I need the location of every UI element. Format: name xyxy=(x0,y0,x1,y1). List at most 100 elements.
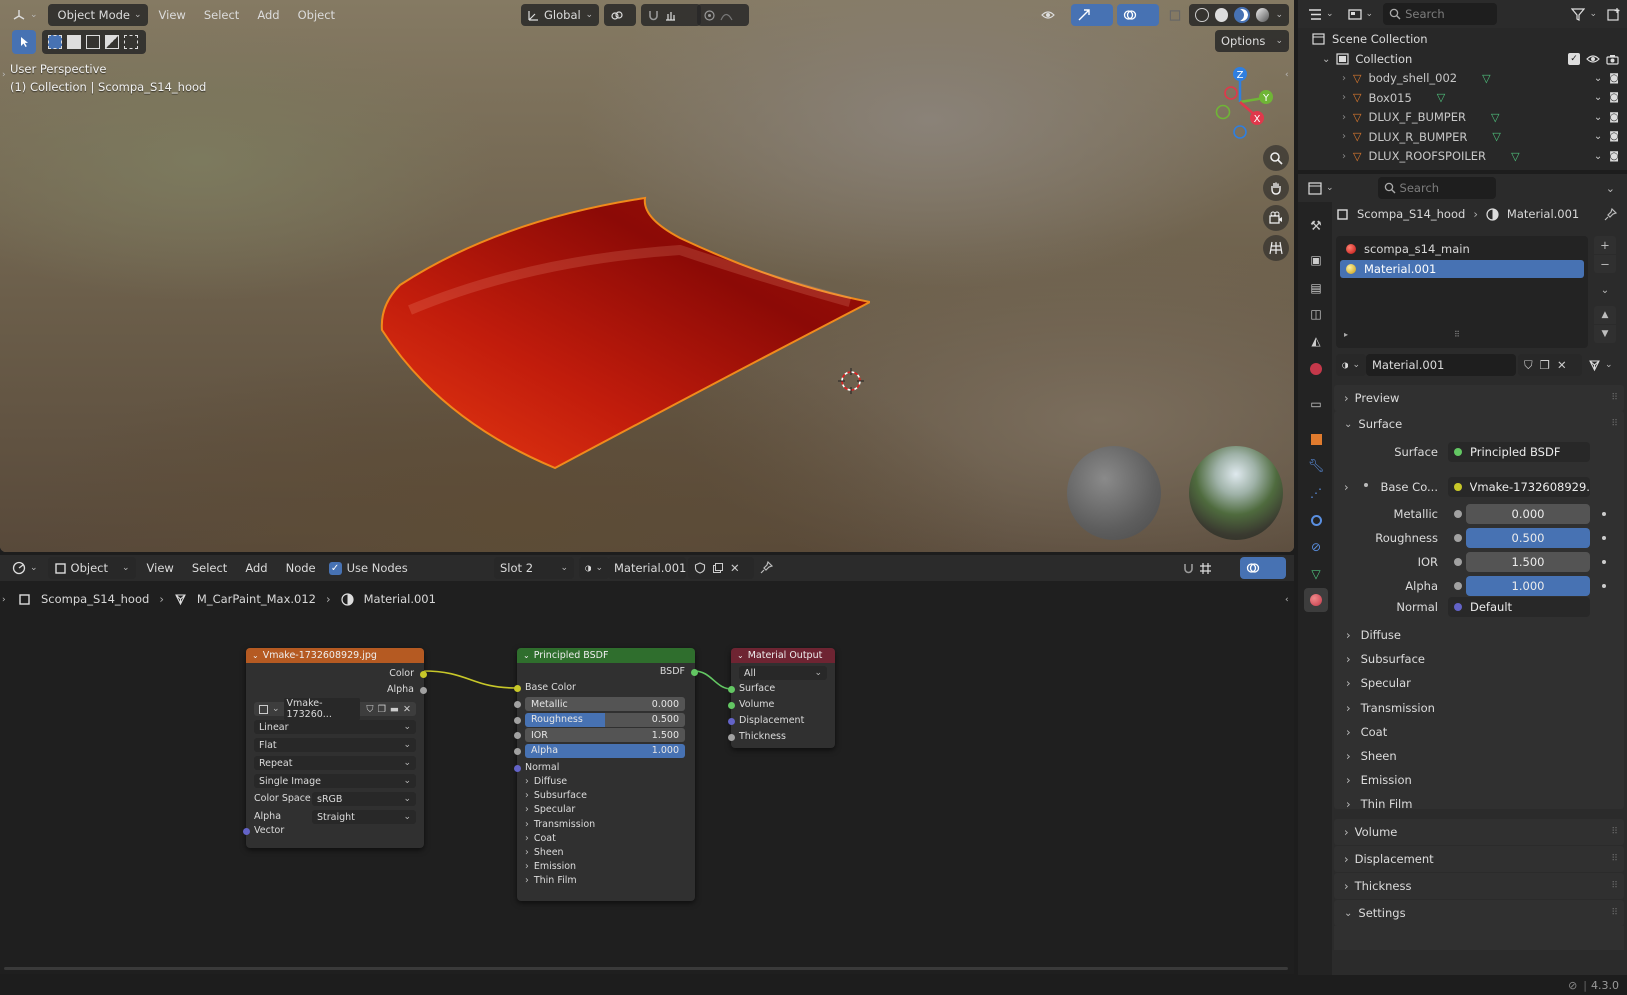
input-ior-socket[interactable] xyxy=(514,732,521,739)
tab-tool[interactable]: ⚒ xyxy=(1304,214,1328,238)
bsdf-section-thin-film[interactable]: › Thin Film xyxy=(525,875,577,886)
fake-user-shield-icon[interactable]: ⛉ xyxy=(1524,358,1533,373)
menu-select[interactable]: Select xyxy=(197,8,246,22)
subpanel-subsurface[interactable]: › Subsurface xyxy=(1346,649,1425,669)
drag-handle-icon[interactable]: ⠿ xyxy=(1611,393,1618,403)
collapse-chevron-icon[interactable]: ⌄ xyxy=(737,651,744,660)
prop-ior-slider[interactable]: 1.500 xyxy=(1466,552,1590,572)
bsdf-section-emission[interactable]: › Emission xyxy=(525,861,576,872)
subpanel-emission[interactable]: › Emission xyxy=(1346,770,1412,790)
mesh-data-icon[interactable]: ▽ xyxy=(1437,91,1445,104)
subpanel-thin-film[interactable]: › Thin Film xyxy=(1346,794,1412,814)
remove-slot-button[interactable]: − xyxy=(1594,255,1616,273)
keyframe-dot-icon[interactable] xyxy=(1602,584,1606,588)
node-header[interactable]: ⌄ Material Output xyxy=(731,648,835,663)
material-slot-item[interactable]: scompa_s14_main xyxy=(1340,240,1584,258)
properties-search-input[interactable]: Search xyxy=(1377,177,1496,199)
output-color-socket[interactable] xyxy=(420,671,427,678)
output-alpha-socket[interactable] xyxy=(420,687,427,694)
expand-chevron-icon[interactable]: › xyxy=(1342,92,1346,103)
bsdf-ior-slider[interactable]: IOR 1.500 xyxy=(525,728,685,742)
options-dropdown[interactable]: Options ⌄ xyxy=(1215,30,1289,52)
bsdf-metallic-slider[interactable]: Metallic 0.000 xyxy=(525,697,685,711)
new-collection-icon[interactable] xyxy=(1607,7,1621,21)
image-texture-node[interactable]: ⌄ Vmake-1732608929.jpg Color Alpha ⌄ Vma… xyxy=(243,648,427,848)
subpanel-diffuse[interactable]: › Diffuse xyxy=(1346,625,1401,645)
value-socket-icon[interactable] xyxy=(1454,534,1462,542)
expand-chevron-icon[interactable]: › xyxy=(1342,73,1346,84)
tab-view-layer[interactable]: ◫ xyxy=(1304,302,1328,326)
drag-handle-icon[interactable]: ⠿ xyxy=(1611,419,1618,429)
tab-world[interactable] xyxy=(1304,357,1328,381)
tab-object[interactable] xyxy=(1304,427,1328,451)
expand-chevron-icon[interactable]: › xyxy=(1342,131,1346,142)
slot-specials-dropdown[interactable]: ⌄ xyxy=(1594,281,1616,299)
area-edge-handle[interactable]: › xyxy=(2,70,7,80)
editor-type-button[interactable]: ⌄ xyxy=(1304,177,1338,199)
menu-object[interactable]: Object xyxy=(291,8,342,22)
rendered-shading-icon[interactable] xyxy=(1255,8,1270,22)
move-slot-up-button[interactable]: ▲ xyxy=(1594,306,1616,324)
duplicate-icon[interactable]: ❐ xyxy=(378,704,387,715)
tab-collection[interactable]: ▭ xyxy=(1304,392,1328,416)
camera-render-icon[interactable]: ◙ xyxy=(1609,73,1619,84)
chevron-down-icon[interactable]: ⌄ xyxy=(1606,182,1615,195)
camera-render-icon[interactable]: ◙ xyxy=(1609,131,1619,142)
tab-physics[interactable] xyxy=(1304,508,1328,532)
prop-metallic-slider[interactable]: 0.000 xyxy=(1466,504,1590,524)
projection-dropdown[interactable]: Flat ⌄ xyxy=(254,738,416,752)
collapse-chevron-icon[interactable]: ⌄ xyxy=(252,651,259,660)
input-displacement-socket[interactable] xyxy=(728,718,735,725)
bsdf-section-specular[interactable]: › Specular xyxy=(525,804,575,815)
tab-output[interactable]: ▤ xyxy=(1304,276,1328,300)
tab-particles[interactable]: ⋰ xyxy=(1304,481,1328,505)
drag-handle-icon[interactable]: ⠿ xyxy=(1611,908,1618,918)
prop-roughness-slider[interactable]: 0.500 xyxy=(1466,528,1590,548)
transform-orientation-dropdown[interactable]: Global ⌄ xyxy=(521,4,599,26)
xray-toggle[interactable] xyxy=(1163,4,1187,26)
value-socket-icon[interactable] xyxy=(1454,510,1462,518)
expand-chevron-icon[interactable]: ⌄ xyxy=(1322,54,1330,65)
panel-displacement[interactable]: › Displacement ⠿ xyxy=(1334,846,1624,872)
keyframe-dot-icon[interactable] xyxy=(1602,536,1606,540)
tab-constraints[interactable]: ⊘ xyxy=(1304,535,1328,559)
output-bsdf-socket[interactable] xyxy=(691,669,698,676)
value-socket-icon[interactable] xyxy=(1454,558,1462,566)
outliner[interactable]: ⌄ ⌄ Search ⌄ Scene Collection ⌄ Collecti… xyxy=(1298,0,1627,170)
bsdf-roughness-slider[interactable]: Roughness 0.500 xyxy=(525,712,685,727)
subpanel-transmission[interactable]: › Transmission xyxy=(1346,698,1435,718)
hide-toggle-icon[interactable]: ⌄ xyxy=(1594,131,1602,142)
editor-type-button[interactable]: ⌄ xyxy=(1304,3,1338,25)
input-volume-socket[interactable] xyxy=(728,702,735,709)
properties-editor[interactable]: ⌄ Search ⌄ ⚒ ▣ ▤ ◫ ◭ ▭ 🔧︎ ⋰ ⊘ ▽ Scompa_S… xyxy=(1298,174,1627,975)
bsdf-section-coat[interactable]: › Coat xyxy=(525,833,556,844)
3d-viewport[interactable]: ⌄ Object Mode ⌄ View Select Add Object G… xyxy=(0,0,1294,552)
tab-render[interactable]: ▣ xyxy=(1304,248,1328,272)
move-slot-down-button[interactable]: ▼ xyxy=(1594,325,1616,343)
bsdf-section-diffuse[interactable]: › Diffuse xyxy=(525,776,567,787)
collapse-chevron-icon[interactable]: ⌄ xyxy=(523,651,530,660)
proportional-edit-toggle[interactable] xyxy=(697,4,749,26)
horizontal-scrollbar[interactable] xyxy=(4,967,1288,970)
hide-toggle-icon[interactable]: ⌄ xyxy=(1594,112,1602,123)
folder-icon[interactable]: ▬ xyxy=(390,704,399,715)
base-color-expand-chevron[interactable]: › xyxy=(1344,480,1349,494)
mesh-data-icon[interactable]: ▽ xyxy=(1492,130,1500,143)
material-output-node[interactable]: ⌄ Material Output All ⌄ Surface Volume Di… xyxy=(728,648,835,748)
scene-collection-row[interactable]: Scene Collection xyxy=(1298,29,1627,49)
snap-toggle[interactable] xyxy=(641,4,701,26)
ortho-toggle-button[interactable] xyxy=(1263,235,1289,261)
camera-render-icon[interactable]: ◙ xyxy=(1609,112,1619,123)
sidebar-toggle-handle[interactable]: ‹ xyxy=(1285,595,1289,605)
select-intersect-icon[interactable] xyxy=(124,35,138,49)
value-socket-icon[interactable] xyxy=(1454,582,1462,590)
area-edge-handle[interactable]: › xyxy=(2,595,6,605)
sidebar-toggle-handle[interactable]: ‹ xyxy=(1285,70,1291,80)
panel-preview[interactable]: › Preview ⠿ xyxy=(1334,385,1624,411)
mesh-data-icon[interactable]: ▽ xyxy=(1511,150,1519,163)
normal-field[interactable]: Default xyxy=(1448,597,1590,617)
outliner-search-input[interactable]: Search xyxy=(1383,3,1498,25)
navigation-gizmo[interactable]: Z Y X xyxy=(1200,62,1280,142)
tab-material[interactable] xyxy=(1304,588,1328,612)
alpha-mode-dropdown[interactable]: Straight ⌄ xyxy=(312,810,416,824)
